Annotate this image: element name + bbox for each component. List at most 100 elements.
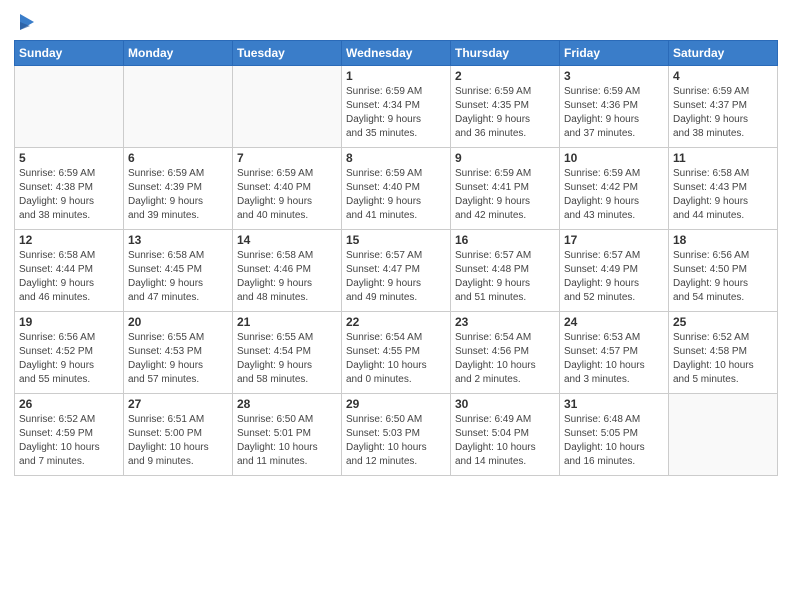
day-info: Sunrise: 6:56 AM Sunset: 4:52 PM Dayligh… — [19, 331, 119, 387]
day-info: Sunrise: 6:59 AM Sunset: 4:40 PM Dayligh… — [346, 167, 446, 223]
day-number: 5 — [19, 151, 119, 165]
day-info: Sunrise: 6:57 AM Sunset: 4:48 PM Dayligh… — [455, 249, 555, 305]
day-info: Sunrise: 6:54 AM Sunset: 4:55 PM Dayligh… — [346, 331, 446, 387]
calendar-cell: 7 Sunrise: 6:59 AM Sunset: 4:40 PM Daylig… — [233, 148, 342, 230]
day-number: 9 — [455, 151, 555, 165]
day-info: Sunrise: 6:59 AM Sunset: 4:38 PM Dayligh… — [19, 167, 119, 223]
calendar-cell — [15, 66, 124, 148]
calendar-cell: 26 Sunrise: 6:52 AM Sunset: 4:59 PM Dayli… — [15, 394, 124, 476]
day-info: Sunrise: 6:59 AM Sunset: 4:35 PM Dayligh… — [455, 85, 555, 141]
weekday-header: Tuesday — [233, 41, 342, 66]
calendar-cell: 20Sunrise: 6:55 AM Sunset: 4:53 PM Dayli… — [124, 312, 233, 394]
day-info: Sunrise: 6:55 AM Sunset: 4:53 PM Dayligh… — [128, 331, 228, 387]
calendar-cell: 12 Sunrise: 6:58 AM Sunset: 4:44 PM Dayli… — [15, 230, 124, 312]
calendar-week-row: 12 Sunrise: 6:58 AM Sunset: 4:44 PM Dayli… — [15, 230, 778, 312]
day-number: 30 — [455, 397, 555, 411]
calendar-cell: 23 Sunrise: 6:54 AM Sunset: 4:56 PM Dayli… — [451, 312, 560, 394]
calendar-cell: 1 Sunrise: 6:59 AM Sunset: 4:34 PM Daylig… — [342, 66, 451, 148]
logo-icon — [16, 12, 38, 34]
day-number: 12 — [19, 233, 119, 247]
calendar-week-row: 19 Sunrise: 6:56 AM Sunset: 4:52 PM Dayli… — [15, 312, 778, 394]
day-info: Sunrise: 6:48 AM Sunset: 5:05 PM Dayligh… — [564, 413, 664, 469]
day-number: 6 — [128, 151, 228, 165]
day-info: Sunrise: 6:52 AM Sunset: 4:58 PM Dayligh… — [673, 331, 773, 387]
calendar-cell: 13 Sunrise: 6:58 AM Sunset: 4:45 PM Dayli… — [124, 230, 233, 312]
calendar-cell — [124, 66, 233, 148]
header — [14, 10, 778, 34]
calendar-cell: 31 Sunrise: 6:48 AM Sunset: 5:05 PM Dayli… — [560, 394, 669, 476]
day-number: 11 — [673, 151, 773, 165]
day-number: 13 — [128, 233, 228, 247]
weekday-header: Wednesday — [342, 41, 451, 66]
day-number: 28 — [237, 397, 337, 411]
calendar-cell: 15 Sunrise: 6:57 AM Sunset: 4:47 PM Dayli… — [342, 230, 451, 312]
calendar-cell: 30 Sunrise: 6:49 AM Sunset: 5:04 PM Dayli… — [451, 394, 560, 476]
day-info: Sunrise: 6:59 AM Sunset: 4:37 PM Dayligh… — [673, 85, 773, 141]
calendar-week-row: 26 Sunrise: 6:52 AM Sunset: 4:59 PM Dayli… — [15, 394, 778, 476]
day-info: Sunrise: 6:59 AM Sunset: 4:39 PM Dayligh… — [128, 167, 228, 223]
day-number: 24 — [564, 315, 664, 329]
calendar-cell: 24Sunrise: 6:53 AM Sunset: 4:57 PM Dayli… — [560, 312, 669, 394]
weekday-header: Sunday — [15, 41, 124, 66]
day-info: Sunrise: 6:58 AM Sunset: 4:46 PM Dayligh… — [237, 249, 337, 305]
day-number: 26 — [19, 397, 119, 411]
calendar-cell: 6 Sunrise: 6:59 AM Sunset: 4:39 PM Daylig… — [124, 148, 233, 230]
day-info: Sunrise: 6:59 AM Sunset: 4:42 PM Dayligh… — [564, 167, 664, 223]
day-number: 16 — [455, 233, 555, 247]
calendar-cell: 28 Sunrise: 6:50 AM Sunset: 5:01 PM Dayli… — [233, 394, 342, 476]
calendar-cell: 4Sunrise: 6:59 AM Sunset: 4:37 PM Daylig… — [669, 66, 778, 148]
day-number: 3 — [564, 69, 664, 83]
day-number: 14 — [237, 233, 337, 247]
day-number: 29 — [346, 397, 446, 411]
day-info: Sunrise: 6:52 AM Sunset: 4:59 PM Dayligh… — [19, 413, 119, 469]
calendar-cell — [669, 394, 778, 476]
calendar-cell: 3 Sunrise: 6:59 AM Sunset: 4:36 PM Daylig… — [560, 66, 669, 148]
day-number: 10 — [564, 151, 664, 165]
day-number: 22 — [346, 315, 446, 329]
weekday-header: Monday — [124, 41, 233, 66]
calendar-cell: 2Sunrise: 6:59 AM Sunset: 4:35 PM Daylig… — [451, 66, 560, 148]
calendar: SundayMondayTuesdayWednesdayThursdayFrid… — [14, 40, 778, 476]
day-info: Sunrise: 6:54 AM Sunset: 4:56 PM Dayligh… — [455, 331, 555, 387]
day-number: 21 — [237, 315, 337, 329]
day-number: 19 — [19, 315, 119, 329]
day-info: Sunrise: 6:58 AM Sunset: 4:45 PM Dayligh… — [128, 249, 228, 305]
day-info: Sunrise: 6:58 AM Sunset: 4:44 PM Dayligh… — [19, 249, 119, 305]
page: SundayMondayTuesdayWednesdayThursdayFrid… — [0, 0, 792, 612]
day-number: 31 — [564, 397, 664, 411]
logo — [14, 14, 38, 34]
calendar-cell — [233, 66, 342, 148]
calendar-cell: 22 Sunrise: 6:54 AM Sunset: 4:55 PM Dayli… — [342, 312, 451, 394]
day-number: 15 — [346, 233, 446, 247]
calendar-cell: 29 Sunrise: 6:50 AM Sunset: 5:03 PM Dayli… — [342, 394, 451, 476]
day-info: Sunrise: 6:50 AM Sunset: 5:03 PM Dayligh… — [346, 413, 446, 469]
day-info: Sunrise: 6:57 AM Sunset: 4:49 PM Dayligh… — [564, 249, 664, 305]
calendar-week-row: 5 Sunrise: 6:59 AM Sunset: 4:38 PM Daylig… — [15, 148, 778, 230]
day-info: Sunrise: 6:59 AM Sunset: 4:40 PM Dayligh… — [237, 167, 337, 223]
day-info: Sunrise: 6:58 AM Sunset: 4:43 PM Dayligh… — [673, 167, 773, 223]
day-number: 23 — [455, 315, 555, 329]
day-info: Sunrise: 6:59 AM Sunset: 4:41 PM Dayligh… — [455, 167, 555, 223]
day-info: Sunrise: 6:50 AM Sunset: 5:01 PM Dayligh… — [237, 413, 337, 469]
calendar-cell: 27Sunrise: 6:51 AM Sunset: 5:00 PM Dayli… — [124, 394, 233, 476]
calendar-cell: 25 Sunrise: 6:52 AM Sunset: 4:58 PM Dayli… — [669, 312, 778, 394]
day-info: Sunrise: 6:57 AM Sunset: 4:47 PM Dayligh… — [346, 249, 446, 305]
calendar-cell: 17Sunrise: 6:57 AM Sunset: 4:49 PM Dayli… — [560, 230, 669, 312]
calendar-cell: 19 Sunrise: 6:56 AM Sunset: 4:52 PM Dayli… — [15, 312, 124, 394]
day-number: 8 — [346, 151, 446, 165]
day-number: 1 — [346, 69, 446, 83]
weekday-header-row: SundayMondayTuesdayWednesdayThursdayFrid… — [15, 41, 778, 66]
day-info: Sunrise: 6:56 AM Sunset: 4:50 PM Dayligh… — [673, 249, 773, 305]
calendar-cell: 9 Sunrise: 6:59 AM Sunset: 4:41 PM Daylig… — [451, 148, 560, 230]
weekday-header: Thursday — [451, 41, 560, 66]
day-info: Sunrise: 6:49 AM Sunset: 5:04 PM Dayligh… — [455, 413, 555, 469]
calendar-cell: 16 Sunrise: 6:57 AM Sunset: 4:48 PM Dayli… — [451, 230, 560, 312]
day-number: 27 — [128, 397, 228, 411]
day-info: Sunrise: 6:55 AM Sunset: 4:54 PM Dayligh… — [237, 331, 337, 387]
day-number: 7 — [237, 151, 337, 165]
day-number: 25 — [673, 315, 773, 329]
calendar-cell: 21 Sunrise: 6:55 AM Sunset: 4:54 PM Dayli… — [233, 312, 342, 394]
calendar-cell: 8 Sunrise: 6:59 AM Sunset: 4:40 PM Daylig… — [342, 148, 451, 230]
day-info: Sunrise: 6:59 AM Sunset: 4:34 PM Dayligh… — [346, 85, 446, 141]
day-info: Sunrise: 6:59 AM Sunset: 4:36 PM Dayligh… — [564, 85, 664, 141]
